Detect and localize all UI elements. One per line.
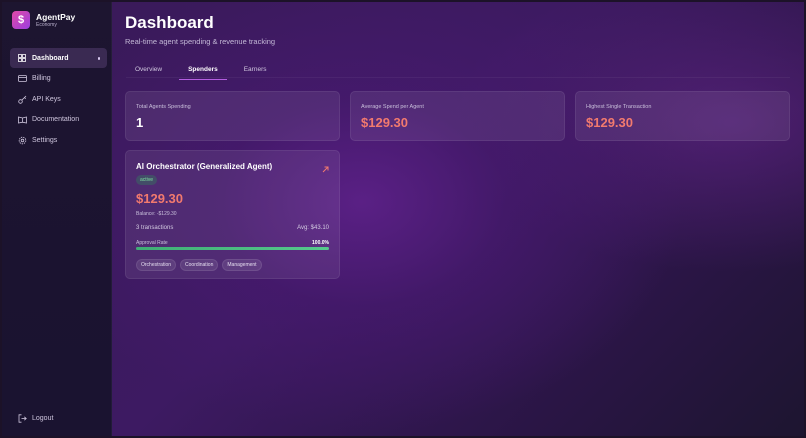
tag-management: Management	[222, 259, 262, 271]
gear-icon	[17, 135, 27, 145]
approval-rate-bar-fill	[136, 247, 329, 250]
stat-value: $129.30	[361, 115, 408, 130]
sidebar-item-api-keys[interactable]: API Keys	[10, 89, 107, 109]
stat-value: $129.30	[586, 115, 633, 130]
agent-spend: $129.30	[136, 191, 183, 206]
tag-orchestration: Orchestration	[136, 259, 177, 271]
active-indicator-dot	[97, 57, 100, 60]
sidebar: $ AgentPay Economy Dashboard Billing API…	[2, 2, 112, 436]
dashboard-icon	[17, 53, 27, 63]
dollar-logo-icon: $	[12, 11, 30, 29]
app-window: $ AgentPay Economy Dashboard Billing API…	[0, 0, 806, 438]
brand-name: AgentPay	[36, 11, 76, 22]
sidebar-item-dashboard[interactable]: Dashboard	[10, 48, 107, 68]
sidebar-item-label: API Keys	[32, 95, 61, 103]
stat-card-average-spend: Average Spend per Agent $129.30	[350, 91, 565, 141]
arrow-up-right-icon[interactable]	[322, 160, 329, 178]
average-transaction: Avg: $43.10	[297, 225, 329, 231]
main-content: Dashboard Real-time agent spending & rev…	[112, 2, 804, 436]
stat-card-total-agents: Total Agents Spending 1	[125, 91, 340, 141]
agent-name: AI Orchestrator (Generalized Agent)	[136, 162, 273, 171]
logout-label: Logout	[32, 414, 54, 422]
sidebar-item-label: Dashboard	[32, 54, 69, 62]
agent-tags: Orchestration Coordination Management	[136, 259, 266, 271]
status-badge: active	[136, 175, 158, 185]
page-subtitle: Real-time agent spending & revenue track…	[125, 37, 276, 46]
approval-rate-value: 100.0%	[312, 240, 329, 246]
stat-label: Highest Single Transaction	[586, 104, 652, 110]
brand-subtitle: Economy	[36, 21, 57, 28]
key-icon	[17, 94, 27, 104]
page-title: Dashboard	[125, 13, 214, 32]
credit-card-icon	[17, 74, 27, 84]
stat-label: Average Spend per Agent	[361, 104, 424, 110]
book-icon	[17, 115, 27, 125]
sidebar-item-documentation[interactable]: Documentation	[10, 110, 107, 130]
sidebar-item-label: Settings	[32, 136, 58, 144]
tab-divider	[126, 77, 790, 78]
stat-label: Total Agents Spending	[136, 104, 191, 110]
logout-icon	[17, 413, 27, 423]
sidebar-item-settings[interactable]: Settings	[10, 130, 107, 150]
sidebar-item-label: Documentation	[32, 116, 80, 123]
tag-coordination: Coordination	[180, 259, 219, 271]
stat-value: 1	[136, 115, 144, 130]
brand[interactable]: $ AgentPay Economy	[12, 11, 75, 29]
agent-balance: Balance: -$129.30	[136, 211, 177, 217]
logout-button[interactable]: Logout	[17, 413, 53, 423]
stat-card-highest-transaction: Highest Single Transaction $129.30	[575, 91, 790, 141]
approval-rate-label: Approval Rate	[136, 240, 168, 246]
approval-rate-bar	[136, 247, 329, 250]
agent-card[interactable]: AI Orchestrator (Generalized Agent) acti…	[125, 150, 340, 279]
sidebar-item-billing[interactable]: Billing	[10, 69, 107, 89]
sidebar-item-label: Billing	[32, 75, 51, 82]
transaction-count: 3 transactions	[136, 225, 174, 231]
sidebar-nav: Dashboard Billing API Keys Documentation…	[10, 48, 107, 151]
